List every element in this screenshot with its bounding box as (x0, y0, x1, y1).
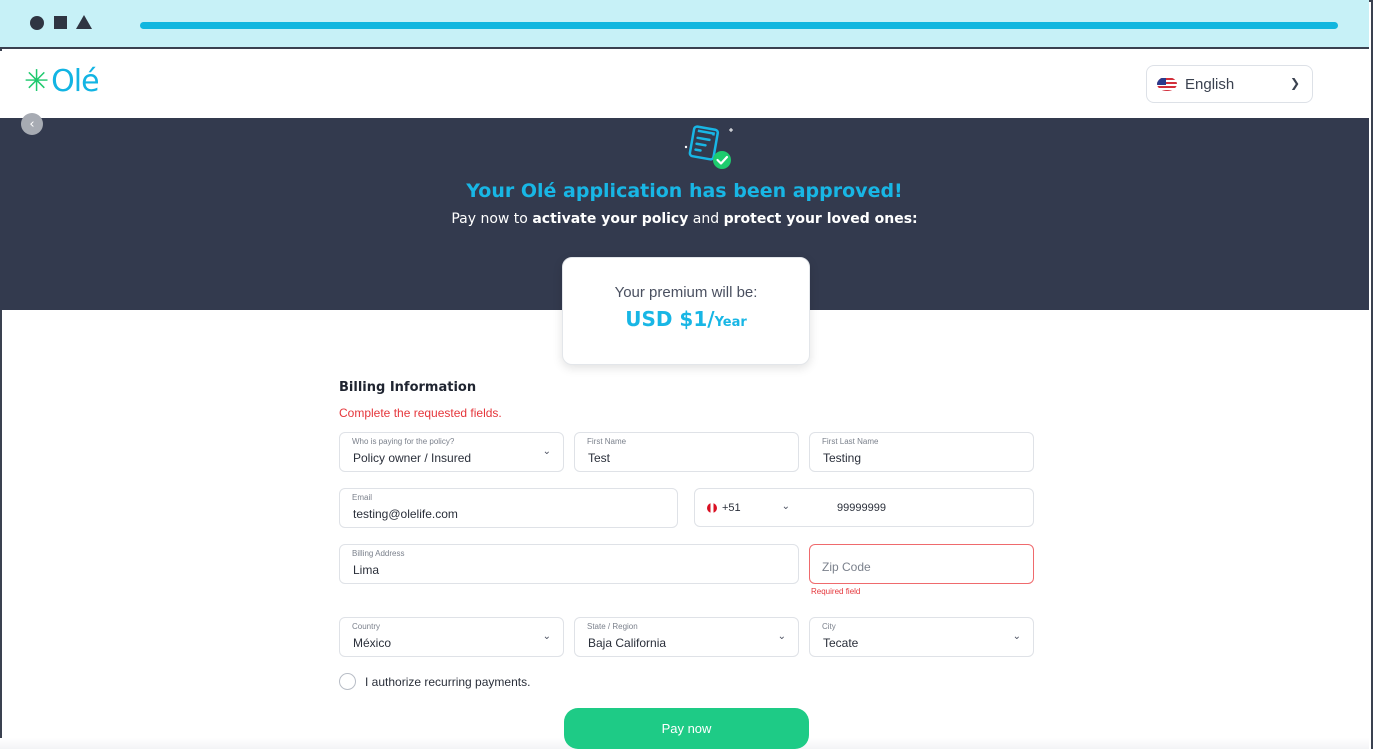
triangle-icon (76, 15, 92, 29)
premium-value: USD $1/ (625, 307, 715, 331)
recurring-payments-checkbox[interactable] (339, 673, 356, 690)
asterisk-icon: ✳ (24, 64, 50, 99)
email-value: testing@olelife.com (353, 507, 458, 521)
city-label: City (822, 622, 836, 631)
country-label: Country (352, 622, 381, 631)
premium-amount: USD $1/Year (563, 307, 809, 331)
language-label: English (1185, 75, 1235, 93)
payer-label: Who is paying for the policy? (352, 437, 455, 446)
billing-address-value: Lima (353, 563, 380, 577)
billing-error: Complete the requested fields. (339, 406, 502, 420)
premium-period: Year (714, 315, 747, 330)
first-name-value: Test (588, 451, 611, 465)
last-name-label: First Last Name (822, 437, 879, 446)
circle-icon (30, 16, 44, 30)
approved-document-icon (684, 125, 733, 169)
phone-number-value: 99999999 (837, 502, 886, 514)
email-field[interactable]: Email testing@olelife.com (339, 488, 678, 528)
pay-now-button[interactable]: Pay now (564, 708, 809, 749)
phone-number-field[interactable]: 99999999 (825, 488, 1034, 527)
subtitle-prefix: Pay now to (451, 211, 533, 227)
approval-subtitle: Pay now to activate your policy and prot… (0, 211, 1369, 227)
address-bar (140, 22, 1338, 29)
payer-value: Policy owner / Insured (353, 451, 472, 465)
chevron-down-icon: ❯ (1289, 76, 1300, 90)
subtitle-activate: activate your policy (532, 211, 689, 227)
logo-text: Olé (51, 64, 99, 99)
country-select[interactable]: Country México ⌄ (339, 617, 564, 657)
approval-title: Your Olé application has been approved! (466, 180, 903, 202)
subtitle-protect: protect your loved ones: (723, 211, 918, 227)
subtitle-mid: and (688, 211, 724, 227)
first-name-field[interactable]: First Name Test (574, 432, 799, 472)
chevron-down-icon: ⌄ (781, 501, 790, 512)
premium-label: Your premium will be: (614, 284, 758, 301)
language-select[interactable]: English ❯ (1146, 65, 1313, 103)
billing-address-label: Billing Address (352, 549, 405, 558)
chevron-down-icon: ⌄ (777, 631, 786, 642)
browser-chrome (0, 0, 1369, 49)
zip-required-error: Required field (811, 587, 861, 596)
logo[interactable]: ✳ Olé (24, 64, 100, 100)
zip-code-field[interactable]: Zip Code (809, 544, 1034, 584)
chevron-down-icon: ⌄ (1012, 631, 1021, 642)
email-label: Email (352, 493, 373, 502)
chevron-down-icon: ⌄ (542, 631, 551, 642)
phone-code-value: +51 (722, 502, 741, 514)
zip-code-placeholder: Zip Code (822, 560, 871, 574)
back-button[interactable]: ‹ (21, 113, 43, 135)
payer-select[interactable]: Who is paying for the policy? Policy own… (339, 432, 564, 472)
square-icon (54, 16, 67, 29)
first-name-label: First Name (587, 437, 627, 446)
country-value: México (353, 636, 392, 650)
premium-card: Your premium will be: USD $1/Year (562, 257, 810, 365)
city-select[interactable]: City Tecate ⌄ (809, 617, 1034, 657)
chevron-left-icon: ‹ (29, 116, 35, 132)
state-value: Baja California (588, 636, 667, 650)
recurring-payments-label[interactable]: I authorize recurring payments. (365, 675, 530, 689)
billing-address-field[interactable]: Billing Address Lima (339, 544, 799, 584)
last-name-value: Testing (823, 451, 862, 465)
chevron-down-icon: ⌄ (542, 446, 551, 457)
last-name-field[interactable]: First Last Name Testing (809, 432, 1034, 472)
us-flag-icon (1157, 77, 1177, 91)
state-select[interactable]: State / Region Baja California ⌄ (574, 617, 799, 657)
peru-flag-icon (707, 503, 717, 513)
state-label: State / Region (587, 622, 638, 631)
billing-title: Billing Information (339, 380, 477, 395)
city-value: Tecate (823, 636, 859, 650)
phone-code-select[interactable]: +51 ⌄ (694, 488, 826, 527)
